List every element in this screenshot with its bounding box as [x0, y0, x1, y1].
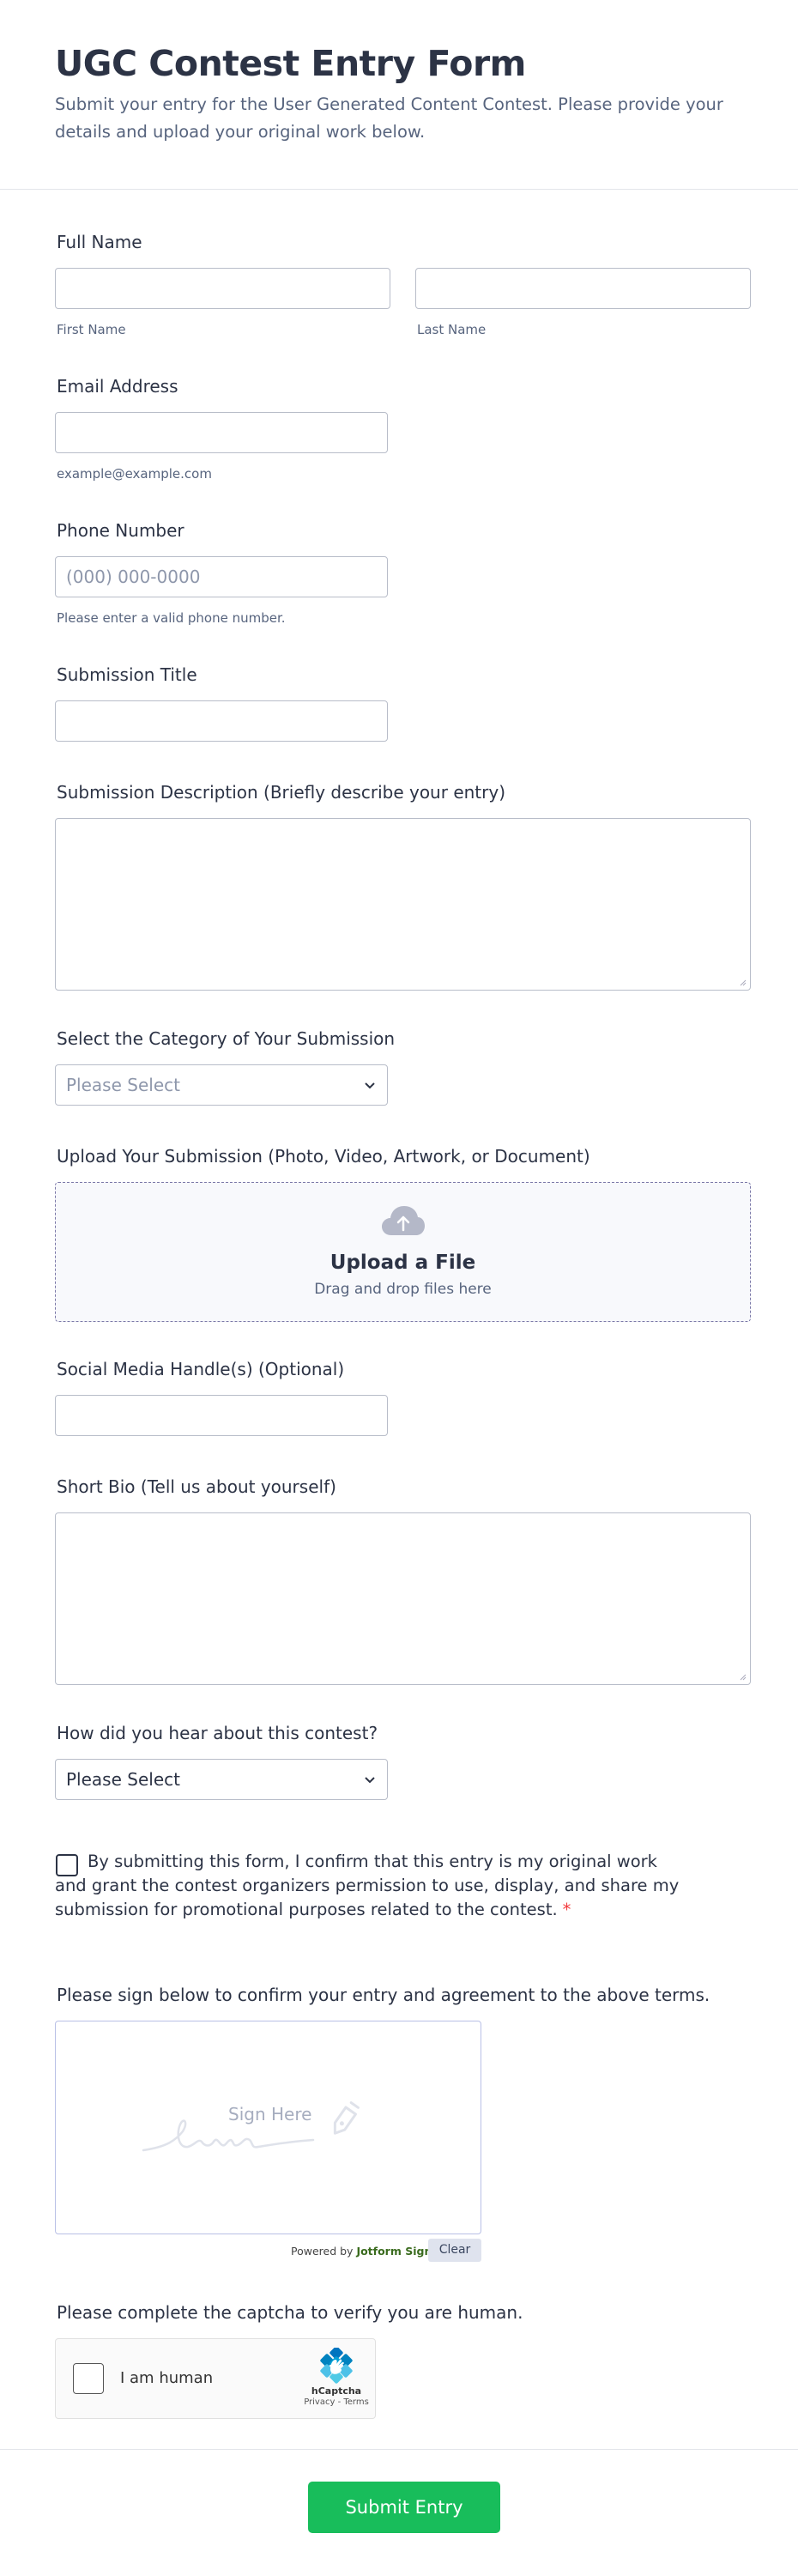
upload-title: Upload a File	[329, 1252, 476, 1274]
terms-text-body: By submitting this form, I confirm that …	[55, 1852, 680, 1919]
submit-button[interactable]: Submit Entry	[308, 2482, 500, 2533]
bio-label: Short Bio (Tell us about yourself)	[57, 1476, 336, 1497]
phone-label: Phone Number	[57, 520, 184, 541]
form-title: UGC Contest Entry Form	[55, 43, 526, 84]
signature-placeholder: Sign Here	[228, 2104, 312, 2124]
chevron-down-icon	[365, 1082, 375, 1089]
upload-label: Upload Your Submission (Photo, Video, Ar…	[57, 1146, 590, 1167]
social-handle-label: Social Media Handle(s) (Optional)	[57, 1359, 345, 1379]
first-name-sublabel: First Name	[57, 322, 126, 337]
bio-textarea[interactable]	[55, 1512, 751, 1685]
first-name-input[interactable]	[55, 268, 390, 309]
required-mark: *	[562, 1900, 571, 1919]
powered-by: Powered by Jotform Sign	[291, 2245, 432, 2258]
file-upload-dropzone[interactable]: Upload a File Drag and drop files here	[55, 1182, 751, 1322]
captcha-checkbox[interactable]	[73, 2363, 104, 2394]
signature-pad[interactable]: Sign Here	[55, 2021, 481, 2234]
full-name-label: Full Name	[57, 232, 142, 252]
resize-grip-icon[interactable]	[738, 1672, 747, 1681]
referral-label: How did you hear about this contest?	[57, 1723, 378, 1743]
chevron-down-icon	[365, 1777, 375, 1784]
captcha-label: Please complete the captcha to verify yo…	[57, 2302, 523, 2323]
submission-description-textarea[interactable]	[55, 818, 751, 991]
terms-text: By submitting this form, I confirm that …	[55, 1850, 681, 1922]
email-label: Email Address	[57, 376, 178, 397]
submission-title-label: Submission Title	[57, 664, 197, 685]
referral-select[interactable]: Please Select	[55, 1759, 388, 1800]
signature-clear-button[interactable]: Clear	[428, 2239, 481, 2262]
powered-by-prefix: Powered by	[291, 2245, 354, 2258]
email-input[interactable]	[55, 412, 388, 453]
email-sublabel: example@example.com	[57, 466, 212, 482]
hcaptcha-logo-icon	[320, 2348, 353, 2384]
signature-label: Please sign below to confirm your entry …	[57, 1985, 710, 2005]
last-name-input[interactable]	[415, 268, 751, 309]
submission-description-label: Submission Description (Briefly describe…	[57, 782, 505, 803]
last-name-sublabel: Last Name	[417, 322, 487, 337]
captcha-widget: I am human hCaptcha Privacy - Terms	[55, 2338, 376, 2419]
category-selected-value: Please Select	[66, 1075, 180, 1095]
social-handle-input[interactable]	[55, 1395, 388, 1436]
captcha-privacy-terms-links[interactable]: Privacy - Terms	[303, 2397, 370, 2407]
captcha-checkbox-text: I am human	[120, 2369, 214, 2387]
resize-grip-icon[interactable]	[738, 978, 747, 986]
phone-input[interactable]: (000) 000-0000	[55, 556, 388, 597]
phone-sublabel: Please enter a valid phone number.	[57, 610, 286, 626]
phone-placeholder: (000) 000-0000	[66, 567, 201, 587]
category-select[interactable]: Please Select	[55, 1064, 388, 1106]
referral-selected-value: Please Select	[66, 1769, 180, 1790]
upload-subtitle: Drag and drop files here	[314, 1281, 492, 1298]
powered-by-brand: Jotform Sign	[356, 2245, 432, 2258]
hcaptcha-brand: hCaptcha	[311, 2385, 362, 2397]
category-label: Select the Category of Your Submission	[57, 1028, 396, 1049]
cloud-upload-icon	[382, 1206, 425, 1235]
submission-title-input[interactable]	[55, 700, 388, 742]
form-description: Submit your entry for the User Generated…	[55, 94, 723, 142]
form-header: UGC Contest Entry Form Submit your entry…	[0, 0, 798, 190]
